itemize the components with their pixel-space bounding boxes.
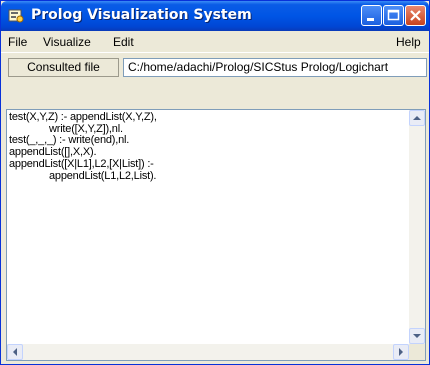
scroll-up-button[interactable] [409,110,425,126]
scrollbar-corner [409,344,425,360]
vertical-scrollbar[interactable] [409,110,425,344]
main-window: Prolog Visualization System File Visuali… [0,0,430,365]
menu-file[interactable]: File [8,35,27,49]
arrow-down-icon [413,334,421,338]
app-icon[interactable] [8,8,24,24]
arrow-left-icon [13,348,17,356]
close-button[interactable] [405,5,426,26]
code-text[interactable]: test(X,Y,Z) :- appendList(X,Y,Z), write(… [9,111,407,182]
arrow-up-icon [413,116,421,120]
scroll-down-button[interactable] [409,328,425,344]
consulted-file-bar: Consulted file C:/home/adachi/Prolog/SIC… [1,52,429,79]
maximize-icon [387,9,400,21]
window-title: Prolog Visualization System [31,7,252,23]
title-bar[interactable]: Prolog Visualization System [1,1,429,31]
menu-visualize[interactable]: Visualize [43,35,91,49]
close-icon [410,10,421,21]
scroll-right-button[interactable] [393,344,409,360]
menu-help[interactable]: Help [396,35,421,49]
arrow-right-icon [399,348,403,356]
consulted-file-label: Consulted file [8,58,119,77]
scroll-left-button[interactable] [7,344,23,360]
consulted-file-path-field[interactable]: C:/home/adachi/Prolog/SICStus Prolog/Log… [123,58,427,77]
menu-edit[interactable]: Edit [113,35,134,49]
maximize-button[interactable] [383,5,404,26]
menu-bar: File Visualize Edit Help [1,32,429,52]
horizontal-scrollbar[interactable] [7,344,409,360]
minimize-button[interactable] [361,5,382,26]
code-editor[interactable]: test(X,Y,Z) :- appendList(X,Y,Z), write(… [6,109,426,361]
minimize-icon [367,18,374,21]
